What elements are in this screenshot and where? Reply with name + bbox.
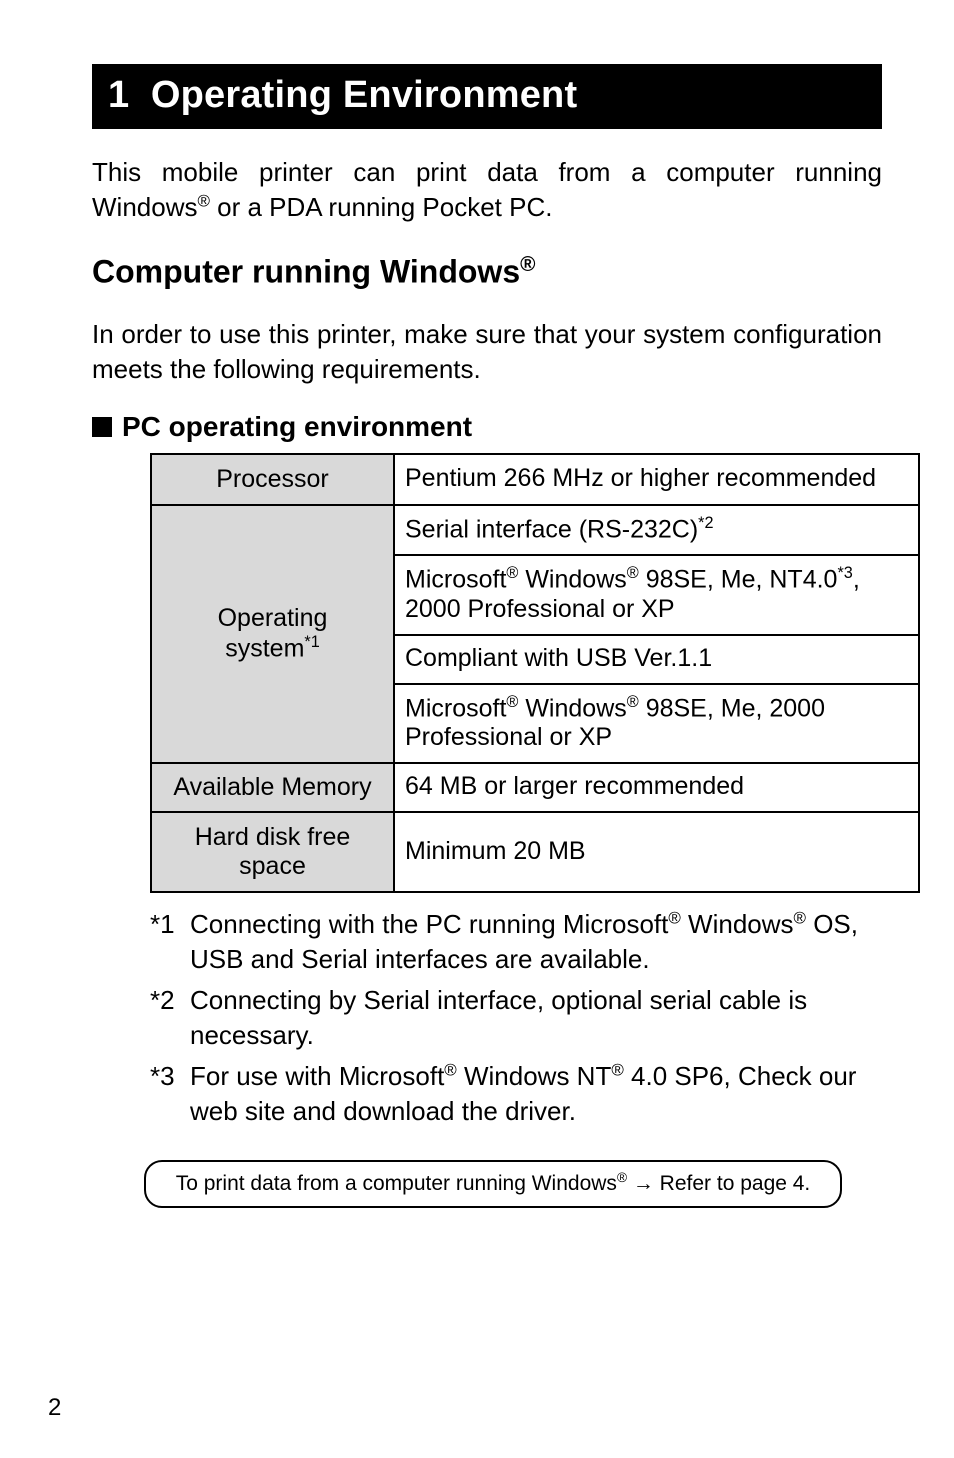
hdd-label: Hard disk free space xyxy=(151,812,394,892)
processor-value: Pentium 266 MHz or higher recommended xyxy=(394,454,919,505)
table-row: Processor Pentium 266 MHz or higher reco… xyxy=(151,454,919,505)
registered-icon: ® xyxy=(520,253,535,276)
square-bullet-icon xyxy=(92,417,112,437)
os-usb-list: Microsoft® Windows® 98SE, Me, 2000 Profe… xyxy=(394,684,919,763)
registered-icon: ® xyxy=(627,693,639,711)
footnote-ref: *1 xyxy=(304,633,319,651)
footnote-ref: *3 xyxy=(837,564,852,582)
hdd-label-line2: space xyxy=(239,852,306,880)
registered-icon: ® xyxy=(794,908,806,927)
registered-icon: ® xyxy=(197,191,209,210)
chapter-number: 1 xyxy=(108,74,129,116)
registered-icon: ® xyxy=(444,1061,456,1080)
environment-table: Processor Pentium 266 MHz or higher reco… xyxy=(150,453,920,893)
operating-system-label: Operating system*1 xyxy=(151,505,394,763)
registered-icon: ® xyxy=(617,1170,627,1185)
table-row: Available Memory 64 MB or larger recomme… xyxy=(151,763,919,812)
subhead-text: PC operating environment xyxy=(122,411,472,442)
registered-icon: ® xyxy=(627,564,639,582)
section-body: In order to use this printer, make sure … xyxy=(92,317,882,387)
serial-text: Serial interface (RS-232C) xyxy=(405,515,698,543)
usb-compliance-value: Compliant with USB Ver.1.1 xyxy=(394,635,919,684)
footnote-ref: *2 xyxy=(698,514,713,532)
note-ref: Refer to page 4. xyxy=(660,1172,811,1195)
fn-text: For use with Microsoft xyxy=(190,1061,444,1091)
note-text: To print data from a computer running Wi… xyxy=(176,1172,617,1195)
os-serial-list: Microsoft® Windows® 98SE, Me, NT4.0*3, 2… xyxy=(394,555,919,634)
os-text: Windows xyxy=(518,694,626,722)
table-row: Hard disk free space Minimum 20 MB xyxy=(151,812,919,892)
table-row: Operating system*1 Serial interface (RS-… xyxy=(151,505,919,555)
refer-note-box: To print data from a computer running Wi… xyxy=(144,1160,842,1208)
registered-icon: ® xyxy=(668,908,680,927)
os-text: Windows xyxy=(518,566,626,594)
intro-paragraph: This mobile printer can print data from … xyxy=(92,155,882,225)
fn-text: Windows NT xyxy=(457,1061,612,1091)
chapter-title: Operating Environment xyxy=(151,74,577,116)
memory-value: 64 MB or larger recommended xyxy=(394,763,919,812)
chapter-heading: 1 Operating Environment xyxy=(92,64,882,129)
hdd-label-line1: Hard disk free xyxy=(195,823,351,851)
arrow-icon: → xyxy=(627,1172,660,1195)
processor-label: Processor xyxy=(151,454,394,505)
pc-environment-subhead: PC operating environment xyxy=(92,411,882,443)
page-number: 2 xyxy=(48,1394,61,1422)
hdd-value: Minimum 20 MB xyxy=(394,812,919,892)
os-text: Microsoft xyxy=(405,694,506,722)
footnote-key: *2 xyxy=(150,983,190,1053)
footnote-text: Connecting by Serial interface, optional… xyxy=(190,983,882,1053)
footnote-text: For use with Microsoft® Windows NT® 4.0 … xyxy=(190,1059,882,1129)
registered-icon: ® xyxy=(506,564,518,582)
os-text: 98SE, Me, NT4.0 xyxy=(639,566,838,594)
footnote-3: *3 For use with Microsoft® Windows NT® 4… xyxy=(150,1059,882,1129)
footnote-key: *1 xyxy=(150,907,190,977)
footnote-1: *1 Connecting with the PC running Micros… xyxy=(150,907,882,977)
os-text: Microsoft xyxy=(405,566,506,594)
fn-text: Windows xyxy=(681,909,794,939)
memory-label: Available Memory xyxy=(151,763,394,812)
section-heading-computer-windows: Computer running Windows® xyxy=(92,253,882,291)
footnotes-block: *1 Connecting with the PC running Micros… xyxy=(150,907,882,1130)
intro-text-2: or a PDA running Pocket PC. xyxy=(210,192,553,222)
registered-icon: ® xyxy=(506,693,518,711)
fn-text: Connecting with the PC running Microsoft xyxy=(190,909,668,939)
footnote-text: Connecting with the PC running Microsoft… xyxy=(190,907,882,977)
section-title-text: Computer running Windows xyxy=(92,254,520,290)
serial-interface-value: Serial interface (RS-232C)*2 xyxy=(394,505,919,555)
footnote-2: *2 Connecting by Serial interface, optio… xyxy=(150,983,882,1053)
os-label-line2: system xyxy=(225,635,304,663)
registered-icon: ® xyxy=(611,1061,623,1080)
os-label-line1: Operating xyxy=(218,604,328,632)
footnote-key: *3 xyxy=(150,1059,190,1129)
